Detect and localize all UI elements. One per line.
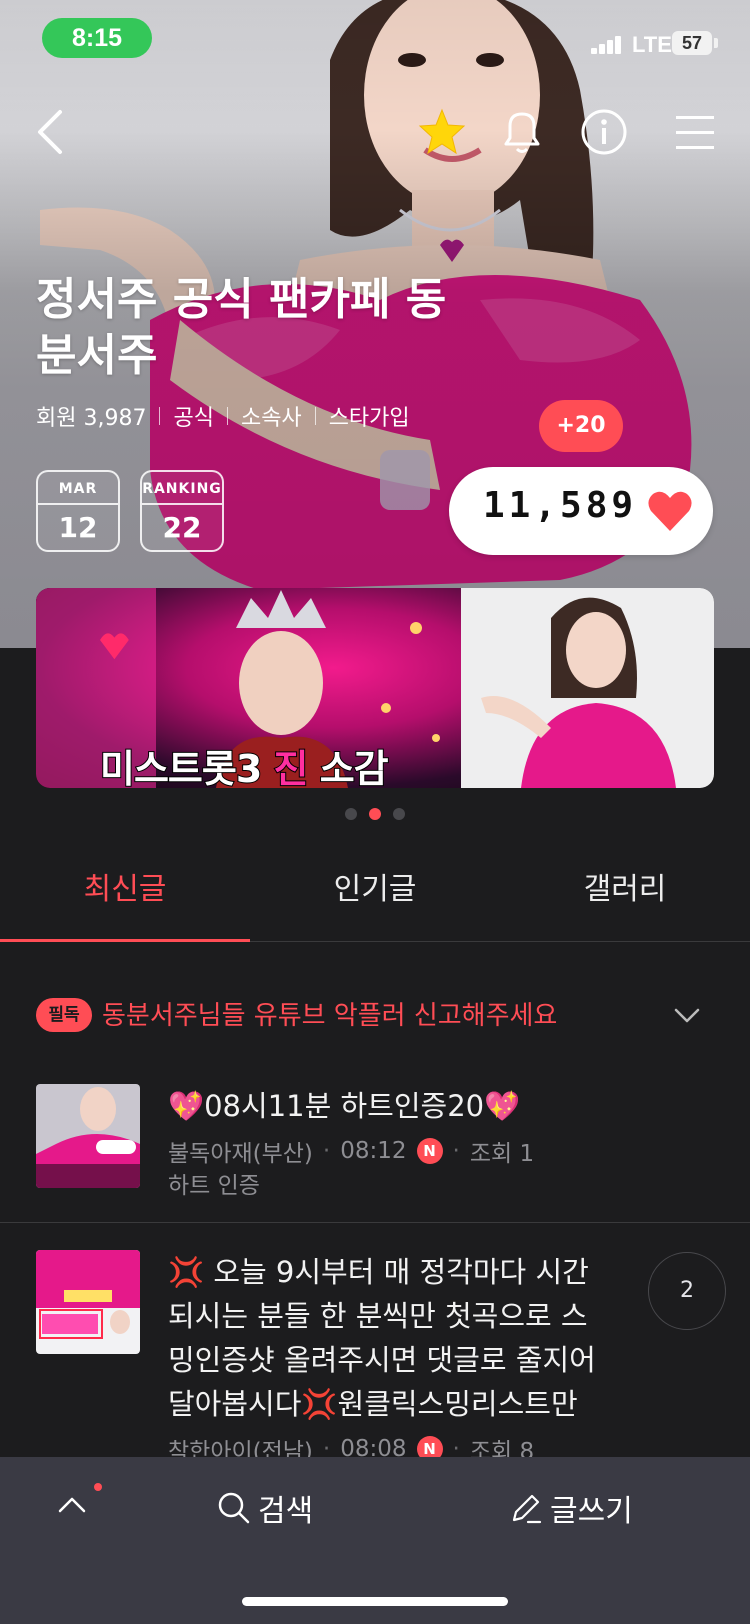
- search-button[interactable]: 검색: [216, 1483, 313, 1533]
- separator-dot: ·: [322, 1138, 331, 1164]
- post-category: 하트 인증: [168, 1173, 260, 1199]
- must-read-badge: 필독: [36, 998, 92, 1032]
- post-time: 08:12: [340, 1138, 407, 1164]
- post-thumbnail: [36, 1084, 140, 1188]
- divider: [314, 407, 316, 425]
- heart-icon: [648, 491, 692, 531]
- separator-dot: ·: [452, 1138, 460, 1164]
- network-type: LTE: [632, 32, 672, 57]
- divider: [159, 407, 161, 425]
- bell-icon[interactable]: [494, 104, 550, 160]
- pencil-icon: [512, 1494, 542, 1524]
- date-month: MAR: [58, 481, 98, 497]
- menu-icon[interactable]: [668, 104, 724, 160]
- page-dot-active[interactable]: [369, 808, 381, 820]
- banner-caption: 미스트롯3 진 소감: [99, 738, 390, 788]
- search-icon: [218, 1492, 250, 1524]
- write-button[interactable]: 글쓰기: [508, 1483, 633, 1533]
- date-box: MAR 12: [36, 470, 120, 552]
- cafe-title: 정서주 공식 팬카페 동분서주: [36, 274, 447, 381]
- ranking-label: RANKING: [142, 481, 222, 497]
- notice-text: 동분서주님들 유튜브 악플러 신고해주세요: [102, 1001, 558, 1031]
- bottom-toolbar: 검색 글쓰기: [0, 1457, 750, 1624]
- info-icon[interactable]: [576, 104, 632, 160]
- battery-tip: [714, 38, 718, 48]
- carousel-pagination: [0, 805, 750, 824]
- notification-dot: [94, 1483, 102, 1491]
- signal-strength-icon: [591, 34, 627, 54]
- banner-caption-text: 미스트롯3: [99, 746, 274, 788]
- post-author: 불독아재(부산): [168, 1141, 313, 1167]
- tab-latest[interactable]: 최신글: [0, 860, 250, 942]
- home-indicator: [242, 1597, 508, 1606]
- banner-caption-text: 소감: [307, 746, 390, 788]
- banner-carousel[interactable]: 미스트롯3 진 소감: [36, 588, 714, 788]
- post-title-line: 밍인증샷 올려주시면 댓글로 줄지어: [168, 1343, 596, 1377]
- heart-button[interactable]: 11,589: [449, 467, 713, 555]
- banner-caption-highlight: 진: [273, 746, 310, 788]
- favorite-star-icon[interactable]: [414, 104, 470, 160]
- page-dot[interactable]: [393, 808, 405, 820]
- status-time: 8:15: [42, 18, 152, 58]
- ranking-value: 22: [162, 511, 202, 544]
- comment-count[interactable]: 2: [648, 1252, 726, 1330]
- write-label: 글쓰기: [550, 1494, 633, 1529]
- chevron-up-icon[interactable]: [54, 1487, 90, 1523]
- search-label: 검색: [258, 1494, 314, 1529]
- divider: [226, 407, 228, 425]
- banner-side-scene: [481, 597, 676, 788]
- ranking-box: RANKING 22: [140, 470, 224, 552]
- heart-increment-badge: +20: [539, 400, 623, 452]
- tab-gallery[interactable]: 갤러리: [500, 860, 750, 942]
- back-arrow-icon[interactable]: [22, 104, 78, 160]
- post-title-line: 달아봅시다💢원클릭스밍리스트만: [168, 1387, 578, 1421]
- banner-image-side: [461, 588, 714, 788]
- new-badge: N: [416, 1138, 443, 1164]
- post-thumbnail: [36, 1250, 140, 1354]
- heart-count: 11,589: [483, 485, 638, 526]
- battery-icon: 57: [672, 31, 712, 55]
- tag-official: 공식: [173, 406, 214, 431]
- post-title-line: 💢 오늘 9시부터 매 정각마다 시간: [168, 1255, 589, 1289]
- pinned-notice[interactable]: 필독 동분서주님들 유튜브 악플러 신고해주세요: [36, 996, 716, 1036]
- post-views: 조회 1: [469, 1141, 535, 1167]
- page-dot[interactable]: [345, 808, 357, 820]
- post-meta: 불독아재(부산) · 08:12 N · 조회 1: [168, 1134, 534, 1168]
- board-tabs: 최신글 인기글 갤러리: [0, 860, 750, 942]
- post-title-line: 되시는 분들 한 분씩만 첫곡으로 스: [168, 1299, 588, 1333]
- member-count: 회원 3,987: [36, 406, 147, 431]
- divider: [0, 1222, 750, 1223]
- cafe-meta: 회원 3,987 공식 소속사 스타가입: [36, 400, 410, 432]
- date-day: 12: [58, 511, 98, 544]
- post-title: 💖08시11분 하트인증20💖: [168, 1089, 521, 1123]
- tag-star-joined: 스타가입: [328, 406, 410, 431]
- active-tab-indicator: [0, 939, 250, 942]
- chevron-down-icon[interactable]: [672, 1000, 702, 1030]
- tab-popular[interactable]: 인기글: [250, 860, 500, 942]
- tag-agency: 소속사: [240, 406, 302, 431]
